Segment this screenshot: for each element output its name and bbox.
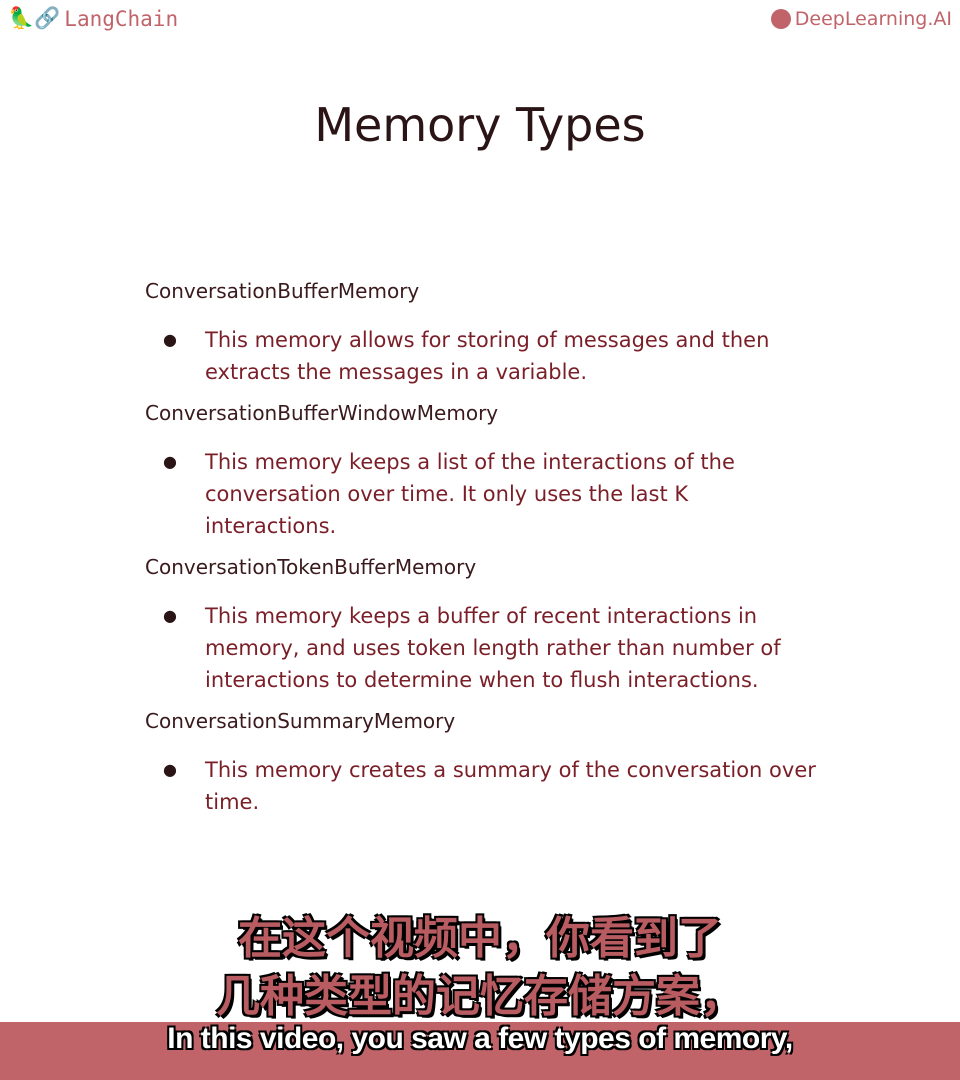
langchain-logo-text: LangChain xyxy=(64,6,179,31)
section-heading: ConversationBufferMemory xyxy=(145,279,420,303)
parrot-chain-icon: 🦜🔗 xyxy=(8,6,61,30)
deeplearning-logo-text: DeepLearning.AI xyxy=(794,8,952,30)
langchain-logo: 🦜🔗 LangChain xyxy=(8,6,178,31)
subtitle-cn-line1: 在这个视频中，你看到了 xyxy=(238,913,722,964)
deeplearning-icon xyxy=(770,9,791,29)
section-heading: ConversationSummaryMemory xyxy=(145,709,456,733)
deeplearning-logo: DeepLearning.AI xyxy=(770,8,952,30)
section-summary-memory: ConversationSummaryMemory ● This memory c… xyxy=(145,706,845,818)
section-token-buffer-memory: ConversationTokenBufferMemory ● This memo… xyxy=(145,552,845,696)
subtitle-cn-line2: 几种类型的记忆存储方案， xyxy=(216,971,744,1022)
section-buffer-window-memory: ConversationBufferWindowMemory ● This mem… xyxy=(145,398,845,542)
section-buffer-memory: ConversationBufferMemory ● This memory al… xyxy=(145,276,845,388)
section-heading: ConversationBufferWindowMemory xyxy=(145,401,499,425)
slide-title: Memory Types xyxy=(314,98,646,152)
bullet-icon: ● xyxy=(163,606,177,625)
memory-types-list: ConversationBufferMemory ● This memory al… xyxy=(145,276,845,828)
bullet-icon: ● xyxy=(163,760,177,779)
bullet-icon: ● xyxy=(163,452,177,471)
section-bullet-text: This memory keeps a list of the interact… xyxy=(205,450,735,538)
section-heading: ConversationTokenBufferMemory xyxy=(145,555,477,579)
section-bullet-text: This memory creates a summary of the con… xyxy=(205,758,816,814)
bullet-icon: ● xyxy=(163,330,177,349)
section-bullet-text: This memory allows for storing of messag… xyxy=(205,328,770,384)
subtitle-en: In this video, you saw a few types of me… xyxy=(167,1022,793,1055)
section-bullet-text: This memory keeps a buffer of recent int… xyxy=(205,604,781,692)
